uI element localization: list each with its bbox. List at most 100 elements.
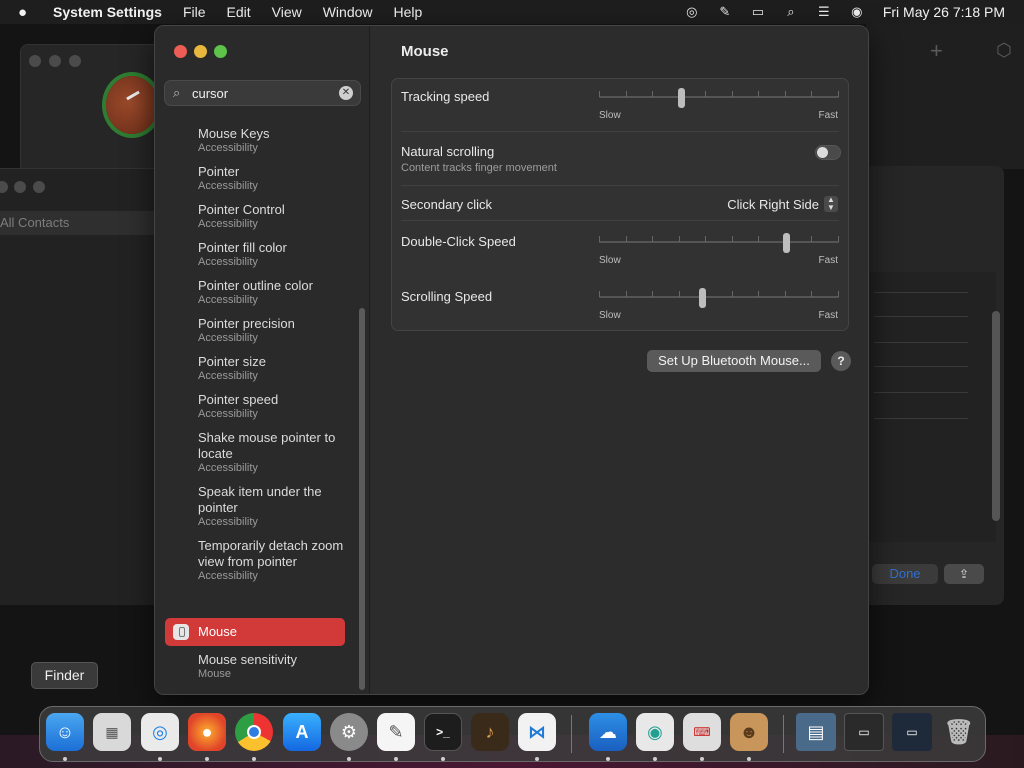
recent-stack-icon[interactable]: ▭ [844,713,884,751]
scrolling-speed-slider[interactable] [599,288,839,308]
contacts-icon[interactable]: ☻ [730,713,768,751]
mouse-icon [173,624,189,640]
running-indicator [63,757,67,761]
slider-tick [785,291,786,297]
background-window-right[interactable]: + ⬡ [866,24,1024,169]
weather-icon[interactable]: ☁ [589,713,627,751]
tracking-speed-slider[interactable] [599,88,839,108]
contacts-window[interactable]: All Contacts [0,168,160,605]
sidebar-item-label: Mouse [198,624,238,639]
double-click-speed-slider[interactable] [599,233,839,253]
divider [874,366,968,367]
list-item[interactable]: Pointer fill color Accessibility [198,240,348,269]
tools-icon[interactable]: ✎ [715,4,735,20]
list-item[interactable]: Pointer outline color Accessibility [198,278,348,307]
search-input[interactable]: cursor [192,86,228,101]
slider-tick [599,291,600,297]
menu-app-name[interactable]: System Settings [53,4,162,20]
result-title: Mouse Keys [198,126,270,141]
sidebar-item-mouse[interactable]: Mouse [165,618,345,646]
garageband-icon[interactable]: ♪ [471,713,509,751]
all-contacts-label[interactable]: All Contacts [0,211,160,235]
minimize-window-button[interactable] [194,45,207,58]
secondary-click-popup[interactable]: Click Right Side ▲ ▼ [727,196,838,212]
menu-window[interactable]: Window [323,4,373,20]
dock-separator [783,715,784,753]
result-subtitle: Mouse [198,668,232,680]
vscode-icon[interactable]: ⋈ [518,713,556,751]
menu-clock[interactable]: Fri May 26 7:18 PM [883,4,1005,20]
share-icon[interactable]: ⇪ [944,564,984,584]
slider-tick [599,236,600,242]
scrollbar[interactable] [992,311,1000,521]
divider [874,316,968,317]
safari-icon[interactable]: ◎ [141,713,179,751]
list-item[interactable]: Speak item under the pointer Accessibili… [198,484,348,529]
close-window-button[interactable] [174,45,187,58]
running-indicator [535,757,539,761]
done-button[interactable]: Done [872,564,938,584]
running-indicator [158,757,162,761]
menu-file[interactable]: File [183,4,206,20]
finder-icon[interactable]: ☺ [46,713,84,751]
natural-scrolling-toggle[interactable] [815,145,841,160]
menu-view[interactable]: View [272,4,302,20]
list-item[interactable]: Mouse Keys Accessibility [198,126,348,155]
chrome-icon[interactable] [235,713,273,751]
help-button[interactable]: ? [831,351,851,371]
search-icon: ⌕ [173,85,181,100]
app-icon[interactable]: ◉ [636,713,674,751]
system-settings-icon[interactable]: ⚙ [330,713,368,751]
textedit-icon[interactable]: ✎ [377,713,415,751]
menu-edit[interactable]: Edit [227,4,251,20]
list-item[interactable]: Shake mouse pointer to locate Accessibil… [198,430,348,475]
plus-icon[interactable]: + [930,38,943,64]
result-subtitle: Accessibility [198,462,258,474]
slider-knob[interactable] [783,233,790,253]
spotlight-search-icon[interactable]: ⌕ [781,4,801,20]
mouse-settings-pane: Mouse Tracking speed Slow Fast Natural s… [371,26,868,694]
downloads-stack-icon[interactable]: ▤ [796,713,836,751]
result-title: Shake mouse pointer to locate [198,430,336,461]
list-item[interactable]: Mouse sensitivity Mouse [198,652,348,681]
fast-label: Fast [818,255,838,266]
window-minimize-icon [49,55,61,67]
sidebar-scrollbar[interactable] [359,308,365,690]
result-subtitle: Accessibility [198,516,258,528]
slider-track [599,296,839,298]
divider [874,392,968,393]
list-item[interactable]: Pointer precision Accessibility [198,316,348,345]
recent-stack2-icon[interactable]: ▭ [892,713,932,751]
control-center-icon[interactable]: ☰ [814,4,834,20]
list-item[interactable]: Pointer size Accessibility [198,354,348,383]
list-item[interactable]: Temporarily detach zoom view from pointe… [198,538,348,583]
slow-label: Slow [599,310,621,321]
terminal-icon[interactable]: >_ [424,713,462,751]
slider-knob[interactable] [699,288,706,308]
background-dialog[interactable]: Done ⇪ [866,166,1004,605]
running-indicator [606,757,610,761]
cube-icon[interactable]: ⬡ [996,40,1012,61]
launchpad-icon[interactable]: ▦ [93,713,131,751]
list-item[interactable]: Pointer Accessibility [198,164,348,193]
setup-bluetooth-mouse-button[interactable]: Set Up Bluetooth Mouse... [647,350,821,372]
list-item[interactable]: Pointer speed Accessibility [198,392,348,421]
siri-icon[interactable]: ◉ [847,4,867,20]
menu-help[interactable]: Help [394,4,423,20]
dock-separator [571,715,572,753]
search-results: Mouse Keys Accessibility Pointer Accessi… [155,116,360,694]
firefox-icon[interactable]: ● [188,713,226,751]
clear-search-icon[interactable]: ✕ [339,86,353,100]
apple-menu-icon[interactable]: ● [18,4,36,21]
slider-tick [758,291,759,297]
keyboard-app-icon[interactable]: ⌨ [683,713,721,751]
zoom-window-button[interactable] [214,45,227,58]
trash-icon[interactable]: 🗑 [940,713,978,751]
search-field[interactable]: ⌕ cursor ✕ [164,80,361,106]
slider-tick [599,91,600,97]
slider-knob[interactable] [678,88,685,108]
screen-recording-icon[interactable]: ◎ [682,4,702,20]
screen-mirroring-icon[interactable]: ▭ [748,4,768,20]
app-store-icon[interactable]: A [283,713,321,751]
list-item[interactable]: Pointer Control Accessibility [198,202,348,231]
